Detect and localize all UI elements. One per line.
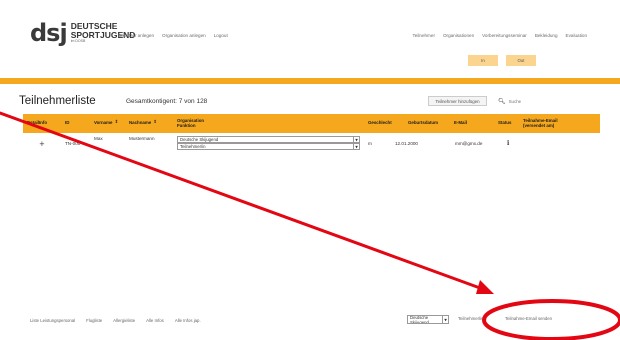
header-divider [0,78,620,84]
col-vorname-label: Vorname [94,120,113,126]
add-participant-button[interactable]: Teilnehmer hinzufügen [428,96,487,106]
logo-line-3: im DOSB [70,39,86,44]
nav-bekleidung[interactable]: Bekleidung [535,33,558,38]
cell-email: mm@gmx.de [455,141,483,146]
logo-mark: dsj [30,19,68,47]
nav-logout[interactable]: Logout [214,33,228,38]
footer-organisation-select[interactable]: Deutsche Skijugend ▼ [407,315,449,324]
teilnahme-email-senden-button[interactable]: Teilnahme-Email senden [505,316,552,321]
alle-infos-button[interactable]: Alle Infos [145,316,165,325]
organisation-select-value: Deutsche Skijugend [180,137,219,142]
contingent-count: Gesamtkontigent: 7 von 128 [126,98,208,105]
admin-nav: Benutzer anlegen Organisation anlegen Lo… [118,33,228,38]
table-header: DetailInfo ID Vorname ⇕ Nachname ⇕ Organis… [23,114,600,133]
search-input[interactable] [508,96,581,106]
nav-organisation-anlegen[interactable]: Organisation anlegen [162,33,206,38]
col-nachname-label: Nachname [129,120,152,126]
out-button[interactable]: Out [506,55,536,66]
nav-benutzer-anlegen[interactable]: Benutzer anlegen [118,33,154,38]
col-detailinfo[interactable]: DetailInfo [27,114,47,133]
cell-id: TN-000 [65,141,81,146]
col-versendet-label: (versendet am) [523,122,555,128]
funktion-select[interactable]: Teilnehmer/in ▼ [177,143,360,150]
alle-infos-jap-button[interactable]: Alle Infos jap. [174,316,202,325]
col-funktion-label: Funktion [177,122,196,128]
cell-geschlecht: m [368,141,372,146]
sort-icon[interactable]: ⇕ [153,120,157,126]
sort-icon[interactable]: ⇕ [114,120,118,126]
cell-nachname: Mustermann [129,136,155,141]
chevron-down-icon: ▼ [353,137,359,142]
expand-row-button[interactable]: + [39,140,45,148]
chevron-down-icon: ▼ [442,316,448,323]
annotation-arrowhead [476,280,494,294]
nav-organisationen[interactable]: Organisationen [443,33,474,38]
annotation-overlay [0,111,620,340]
col-id[interactable]: ID [65,114,69,133]
cell-geburtsdatum: 12.01.2000 [395,141,418,146]
liste-leistungspersonal-button[interactable]: Liste Leistungspersonal [29,316,76,325]
footer-buttons: Liste Leistungspersonal Flugliste Allerg… [29,316,202,325]
col-organisation[interactable]: Organisation Funktion [177,114,204,133]
in-button[interactable]: In [468,55,498,66]
teilnehmerliste-button[interactable]: Teilnehmerliste [458,316,487,321]
page-title: Teilnehmerliste [19,95,96,107]
nav-vorbereitungsseminar[interactable]: Vorbereitungsseminar [482,33,527,38]
nav-evaluation[interactable]: Evaluation [566,33,587,38]
organisation-select[interactable]: Deutsche Skijugend ▼ [177,136,360,143]
main-nav: Teilnehmer Organisationen Vorbereitungss… [413,33,588,38]
col-nachname[interactable]: Nachname ⇕ [129,114,157,133]
col-teilnahme-email[interactable]: Teilnahme-Email (versendet am) [523,114,558,133]
col-email[interactable]: E-Mail [454,114,467,133]
col-geburtsdatum[interactable]: Geburtsdatum [408,114,438,133]
nav-teilnehmer[interactable]: Teilnehmer [413,33,435,38]
search-icon: 🔍︎ [498,97,506,105]
flugliste-button[interactable]: Flugliste [85,316,103,325]
cell-vorname: Max [94,136,103,141]
col-geschlecht[interactable]: Geschlecht [368,114,392,133]
allergieliste-button[interactable]: Allergieliste [112,316,136,325]
info-icon[interactable]: i [507,140,509,147]
funktion-select-value: Teilnehmer/in [180,144,206,149]
search-box: 🔍︎ [498,96,583,106]
col-status[interactable]: Status [498,114,511,133]
col-vorname[interactable]: Vorname ⇕ [94,114,118,133]
chevron-down-icon: ▼ [353,144,359,149]
